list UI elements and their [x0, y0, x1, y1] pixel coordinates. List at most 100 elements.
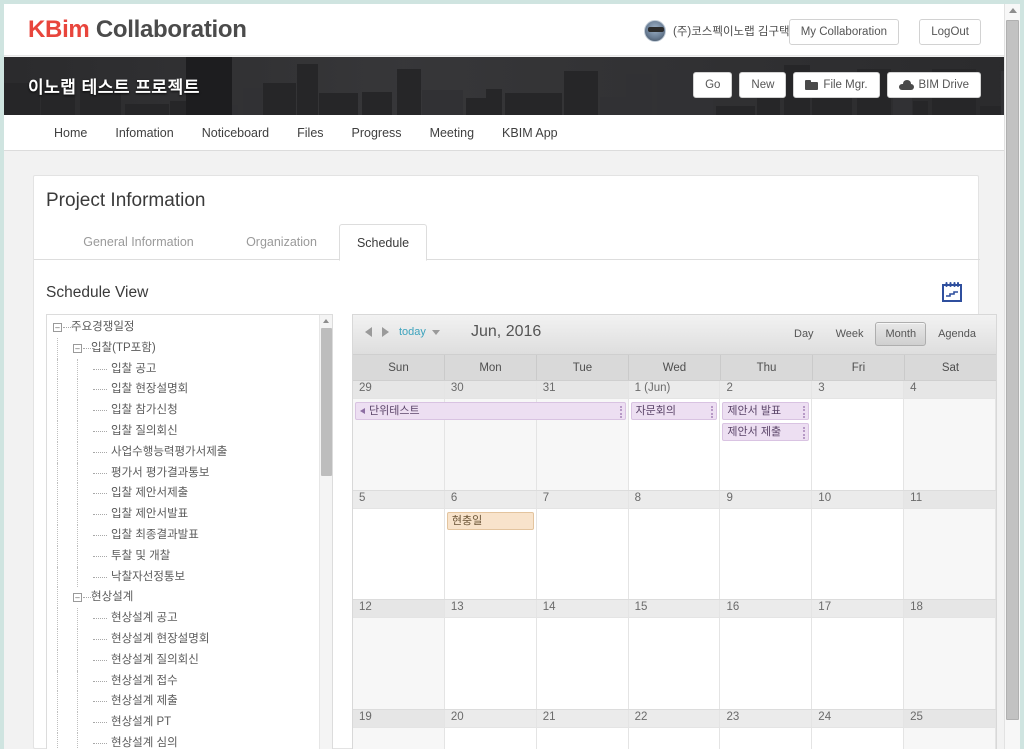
tree-collapse-icon[interactable]: – [53, 323, 62, 332]
calendar-week: 19 20 21 22 23 24 25 [353, 709, 996, 749]
event-resize-handle[interactable] [619, 406, 622, 418]
tree-node-label: 입찰 현장설명회 [111, 383, 189, 396]
new-button[interactable]: New [739, 72, 787, 98]
day-number: 8 [634, 491, 641, 504]
tree-node[interactable]: 현상설계 PT [47, 712, 321, 733]
calendar-event[interactable]: 제안서 발표 [722, 402, 810, 420]
tree-node[interactable]: 입찰 현장설명회 [47, 379, 321, 401]
tree-node[interactable]: 입찰 최종결과발표 [47, 524, 321, 546]
tree-guide-line [77, 732, 78, 749]
calendar-view-agenda-button[interactable]: Agenda [928, 322, 986, 346]
tree-connector [93, 742, 107, 744]
scroll-up-icon[interactable] [323, 319, 329, 323]
tab-schedule[interactable]: Schedule [339, 224, 427, 261]
tree-connector [93, 410, 107, 412]
event-layer: 단위테스트 자문회의 제안서 발표제안서 제출 [353, 401, 996, 489]
tree-node[interactable]: 현상설계 공고 [47, 608, 321, 629]
day-number: 30 [450, 382, 464, 394]
tab-general-information[interactable]: General Information [66, 224, 211, 261]
site-logo[interactable]: KBim Collaboration [28, 16, 247, 44]
tree-node[interactable]: 평가서 평가결과통보 [47, 462, 321, 484]
nav-item-kbim-app[interactable]: KBIM App [488, 115, 572, 151]
calendar-event[interactable]: 제안서 제출 [722, 423, 810, 441]
nav-item-files[interactable]: Files [283, 115, 337, 151]
tree-node[interactable]: 현상설계 접수 [47, 670, 321, 692]
event-resize-handle[interactable] [803, 406, 806, 418]
tree-guide-line [77, 379, 78, 401]
tree-node[interactable]: – 현상설계 [47, 587, 321, 609]
avatar [643, 20, 666, 42]
tree-guide-line [57, 504, 58, 525]
day-header-sat: Sat [941, 362, 960, 374]
tree-scrollbar[interactable] [319, 315, 332, 749]
today-button[interactable]: today [399, 326, 426, 338]
tree-connector [93, 576, 107, 578]
calendar-icon[interactable] [940, 280, 964, 304]
nav-item-home[interactable]: Home [40, 115, 101, 151]
logo-secondary-text: Collaboration [95, 16, 247, 43]
bim-drive-button[interactable]: BIM Drive [886, 72, 981, 98]
tree-node[interactable]: 현상설계 제출 [47, 691, 321, 713]
calendar-view-month-button[interactable]: Month [875, 322, 927, 346]
tree-node-label: 입찰 제안서발표 [111, 508, 189, 521]
chevron-right-icon[interactable] [382, 327, 389, 337]
chevron-left-icon[interactable] [365, 327, 372, 337]
tree-node-label: 현상설계 현장설명회 [111, 632, 210, 645]
event-resize-handle[interactable] [711, 406, 714, 418]
calendar-view-week-button[interactable]: Week [826, 322, 874, 346]
nav-item-noticeboard[interactable]: Noticeboard [188, 115, 283, 151]
tree-node[interactable]: 현상설계 심의 [47, 732, 321, 749]
my-collaboration-button[interactable]: My Collaboration [788, 19, 899, 45]
tree-collapse-icon[interactable]: – [73, 593, 82, 603]
calendar-event[interactable]: 현충일 [446, 511, 534, 530]
tree-node[interactable]: 입찰 질의회신 [47, 420, 321, 442]
calendar-event[interactable]: 단위테스트 [355, 402, 626, 420]
tree-connector [93, 722, 107, 724]
tree-guide-line [57, 670, 58, 692]
page-scroll-up-icon[interactable] [1009, 8, 1017, 13]
file-manager-button[interactable]: File Mgr. [793, 72, 880, 98]
tab-bar: General Information Organization Schedul… [34, 224, 980, 261]
page-title: Project Information [46, 190, 206, 211]
tree-connector [93, 514, 107, 516]
nav-item-progress[interactable]: Progress [338, 115, 416, 151]
tree-node[interactable]: 입찰 제안서제출 [47, 483, 321, 505]
tree-node[interactable]: 현상설계 현장설명회 [47, 628, 321, 650]
page-scrollbar-thumb[interactable] [1006, 20, 1019, 720]
calendar-event[interactable]: 자문회의 [630, 402, 718, 420]
tree-node[interactable]: 투찰 및 개찰 [47, 545, 321, 567]
tree-node[interactable]: – 주요경쟁일정 [47, 317, 321, 338]
tree-node[interactable]: 현상설계 질의회신 [47, 649, 321, 671]
tree-node[interactable]: 입찰 공고 [47, 358, 321, 380]
nav-item-infomation[interactable]: Infomation [101, 115, 187, 151]
tree-node[interactable]: – 입찰(TP포함) [47, 337, 321, 359]
day-cell-header [720, 490, 812, 509]
tree-connector [93, 680, 107, 682]
tree-guide-line [77, 649, 78, 671]
project-information-card: Project Information General Information … [33, 175, 997, 749]
day-number: 20 [450, 710, 464, 723]
main-nav: Home Infomation Noticeboard Files Progress Me… [4, 115, 1004, 151]
tree-guide-line [77, 462, 78, 484]
tree-node[interactable]: 낙찰자선정통보 [47, 566, 321, 588]
day-number: 31 [542, 382, 556, 394]
tree-guide-line [77, 608, 78, 629]
calendar-view-day-button[interactable]: Day [784, 322, 824, 346]
tree-collapse-icon[interactable]: – [73, 343, 82, 353]
tree-node[interactable]: 입찰 참가신청 [47, 400, 321, 421]
tab-organization[interactable]: Organization [224, 224, 339, 261]
tree-node[interactable]: 입찰 제안서발표 [47, 504, 321, 525]
day-cell-header [353, 490, 444, 509]
tree-node[interactable]: 사업수행능력평가서제출 [47, 441, 321, 463]
calendar: today Jun, 2016 Day Week Month Agenda Sun Mo… [352, 314, 997, 749]
chevron-down-icon[interactable] [431, 329, 440, 335]
tree-guide-line [77, 628, 78, 650]
logout-button[interactable]: LogOut [919, 19, 981, 45]
go-button[interactable]: Go [693, 72, 733, 98]
page-scrollbar[interactable] [1004, 4, 1020, 749]
nav-item-meeting[interactable]: Meeting [416, 115, 488, 151]
tree-scrollbar-thumb[interactable] [321, 328, 332, 476]
event-resize-handle[interactable] [803, 427, 806, 439]
tree-guide-line [77, 524, 78, 546]
day-number: 18 [910, 601, 923, 613]
